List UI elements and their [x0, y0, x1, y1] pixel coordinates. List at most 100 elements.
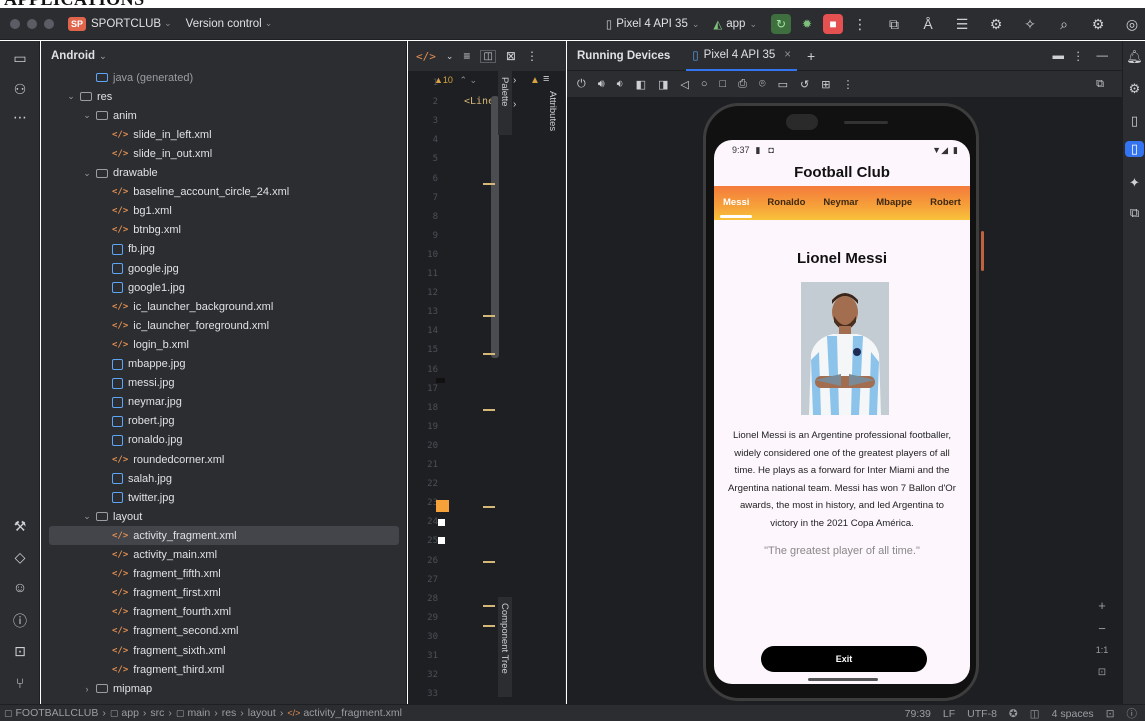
more-icon[interactable]: ⋮	[849, 16, 871, 33]
translate-icon[interactable]: Å	[917, 16, 939, 32]
inspection-icon[interactable]: ✪	[1009, 708, 1018, 720]
breadcrumb-item[interactable]: main	[187, 707, 210, 719]
file-item[interactable]: </> fragment_sixth.xml	[41, 641, 226, 660]
palette-tab[interactable]: Palette	[498, 71, 512, 135]
build-icon[interactable]: ⚒	[0, 518, 40, 535]
file-item[interactable]: fb.jpg	[41, 240, 155, 259]
running-devices-icon[interactable]: ▯	[1125, 141, 1144, 157]
logcat-icon[interactable]: ☺	[0, 579, 40, 595]
file-item[interactable]: messi.jpg	[41, 374, 174, 393]
app-quality-icon[interactable]: ◇	[0, 549, 40, 566]
warning-indicator[interactable]: ▲10 ⌃ ⌄	[434, 75, 477, 86]
chevron-up-icon[interactable]: ⌃	[459, 75, 467, 85]
folder-item[interactable]: ⌄ layout	[41, 507, 142, 526]
device-tab[interactable]: ▯ Pixel 4 API 35 ×	[686, 41, 797, 71]
hide-panel-icon[interactable]: —	[1097, 50, 1109, 62]
chevron-right-icon[interactable]: ›	[81, 684, 93, 694]
device-explorer-icon[interactable]: ▯	[1123, 113, 1145, 129]
file-item[interactable]: google1.jpg	[41, 278, 185, 297]
folder-item[interactable]: ⌄ anim	[41, 106, 137, 125]
file-item[interactable]: </> roundedcorner.xml	[41, 450, 224, 469]
project-badge[interactable]: SP	[68, 16, 87, 31]
file-item[interactable]: </> fragment_fourth.xml	[41, 603, 231, 622]
file-item[interactable]: </> fragment_fifth.xml	[41, 565, 221, 584]
problems-icon[interactable]: ⓘ	[0, 611, 40, 631]
close-icon[interactable]: ×	[784, 49, 791, 61]
indent-setting[interactable]: 4 spaces	[1052, 708, 1094, 720]
account-icon[interactable]: ◎	[1121, 16, 1143, 33]
notifications-icon[interactable]: ⓘ	[1127, 706, 1138, 721]
version-control-icon[interactable]: ⑂	[0, 675, 40, 691]
folder-item[interactable]: java (generated)	[41, 68, 193, 87]
home-icon[interactable]: ○	[701, 78, 708, 90]
project-name-dropdown[interactable]: SPORTCLUB	[91, 18, 161, 30]
add-tab-icon[interactable]: +	[807, 48, 815, 64]
component-tree-tab[interactable]: Component Tree	[498, 597, 512, 697]
player-tab-robert[interactable]: Robert	[921, 186, 970, 220]
player-tab-messi[interactable]: Messi	[714, 186, 758, 220]
attributes-menu-icon[interactable]: ≡	[543, 73, 549, 85]
chevron-down-icon[interactable]: ⌄	[65, 91, 77, 102]
file-item[interactable]: salah.jpg	[41, 469, 172, 488]
back-icon[interactable]: ◁	[680, 78, 688, 91]
file-item[interactable]: ronaldo.jpg	[41, 431, 182, 450]
file-item[interactable]: </> ic_launcher_background.xml	[41, 297, 273, 316]
file-item[interactable]: </> login_b.xml	[41, 335, 189, 354]
file-item[interactable]: </> slide_in_out.xml	[41, 144, 212, 163]
file-item[interactable]: </> btnbg.xml	[41, 221, 181, 240]
file-item[interactable]: </> activity_fragment.xml	[49, 526, 399, 546]
file-item[interactable]: </> ic_launcher_foreground.xml	[41, 316, 269, 335]
ai-assistant-icon[interactable]: ✧	[1019, 16, 1041, 33]
file-item[interactable]: neymar.jpg	[41, 393, 182, 412]
zoom-in-icon[interactable]: +	[1091, 598, 1113, 613]
file-item[interactable]: </> fragment_second.xml	[41, 622, 238, 641]
volume-down-icon[interactable]: 🔉︎	[617, 78, 624, 91]
player-tab-neymar[interactable]: Neymar	[814, 186, 867, 220]
window-layout-icon[interactable]: ▬	[1053, 50, 1065, 62]
design-mode-icon[interactable]: ⊠	[506, 49, 516, 63]
extended-controls-icon[interactable]: ⊞	[821, 78, 830, 91]
caret-position[interactable]: 79:39	[905, 708, 931, 720]
device-manager-icon[interactable]: ⧉	[1123, 205, 1145, 221]
device-manager-icon[interactable]: ⧉	[883, 16, 905, 33]
split-mode-icon[interactable]: ◫	[480, 49, 496, 63]
file-item[interactable]: mbappe.jpg	[41, 355, 186, 374]
notifications-icon[interactable]: 🔔︎	[1123, 49, 1145, 65]
file-item[interactable]: </> fragment_third.xml	[41, 660, 224, 679]
breadcrumb-item[interactable]: activity_fragment.xml	[303, 707, 402, 719]
volume-up-icon[interactable]: 🔊︎	[598, 78, 605, 91]
file-item[interactable]: </> slide_in_left.xml	[41, 125, 212, 144]
line-separator[interactable]: LF	[943, 708, 955, 720]
device-selector[interactable]: ▯ Pixel 4 API 35 ⌄	[606, 17, 700, 31]
file-item[interactable]: google.jpg	[41, 259, 179, 278]
screenshot-icon[interactable]: ⌾	[759, 78, 766, 91]
chevron-down-icon[interactable]: ⌄	[470, 75, 478, 85]
editor-scrollbar[interactable]	[491, 96, 499, 358]
minimize-window-button[interactable]	[27, 18, 37, 29]
chevron-right-icon[interactable]: ›	[513, 99, 516, 110]
chevron-down-icon[interactable]: ⌄	[81, 168, 93, 179]
gemini-icon[interactable]: ✦	[1123, 175, 1145, 191]
version-control-dropdown[interactable]: Version control	[186, 18, 262, 30]
code-view-icon[interactable]: </>	[416, 50, 436, 63]
player-tab-ronaldo[interactable]: Ronaldo	[758, 186, 814, 220]
commit-icon[interactable]: ⚇	[0, 81, 40, 98]
settings-gear-icon[interactable]: ⚙	[1087, 16, 1109, 33]
file-item[interactable]: </> baseline_account_circle_24.xml	[41, 183, 289, 202]
attributes-tab[interactable]: Attributes	[547, 91, 559, 151]
gradle-icon[interactable]: ⚙	[1123, 81, 1145, 97]
player-tab-mbappe[interactable]: Mbappe	[867, 186, 921, 220]
gesture-home-bar[interactable]	[808, 678, 878, 681]
snapshot-icon[interactable]: ⎙	[738, 78, 747, 91]
file-encoding[interactable]: UTF-8	[967, 708, 997, 720]
debug-icon[interactable]: ✹	[797, 14, 817, 34]
code-mode-icon[interactable]: ≡	[463, 49, 470, 63]
rerun-icon[interactable]: ↻	[771, 14, 791, 34]
file-item[interactable]: </> activity_main.xml	[41, 546, 217, 565]
file-item[interactable]: robert.jpg	[41, 412, 174, 431]
rotate-left-icon[interactable]: ◧	[636, 78, 646, 91]
chevron-right-icon[interactable]: ›	[513, 75, 516, 86]
exit-button[interactable]: Exit	[761, 646, 927, 672]
phone-screen[interactable]: 9:37 ▮ ◘ ▼◢ ▮ Football Club Messi Ronaldo…	[714, 140, 970, 684]
breadcrumb-item[interactable]: FOOTBALLCLUB	[16, 707, 99, 719]
